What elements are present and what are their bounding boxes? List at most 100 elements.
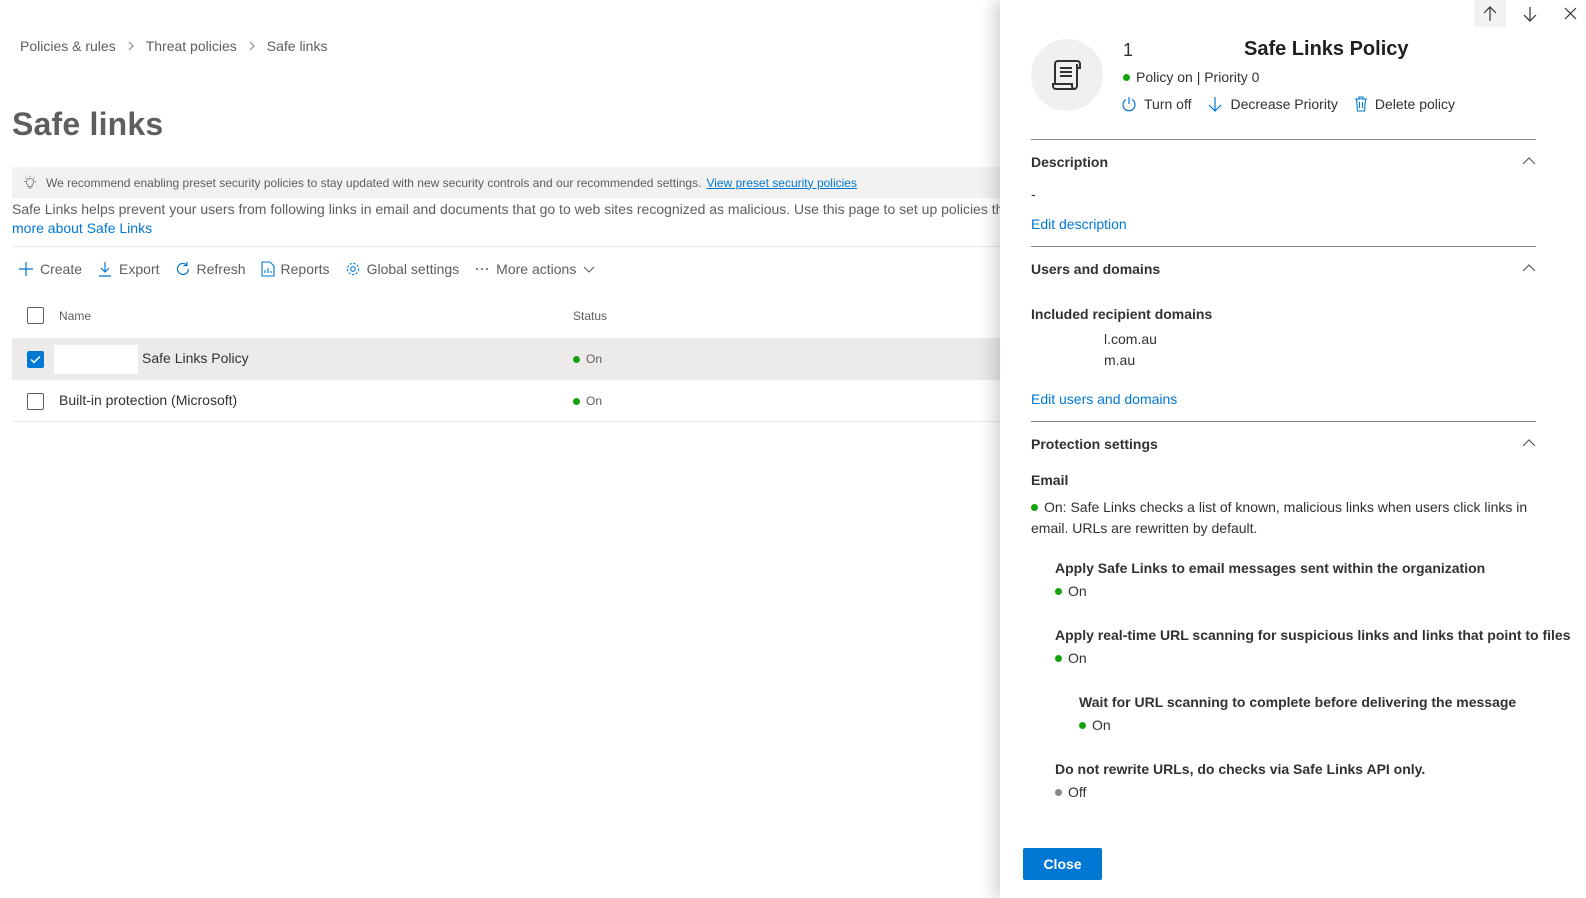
export-label: Export bbox=[119, 261, 160, 277]
command-bar: Create Export Refresh Reports Global set… bbox=[18, 257, 616, 281]
chevron-right-icon bbox=[127, 41, 135, 51]
page-title: Safe links bbox=[12, 106, 164, 142]
arrow-up-icon bbox=[1483, 5, 1497, 21]
arrow-down-icon bbox=[1209, 97, 1222, 112]
delete-policy-button[interactable]: Delete policy bbox=[1354, 96, 1455, 112]
email-label: Email bbox=[1031, 472, 1069, 488]
chevron-down-icon bbox=[583, 266, 595, 273]
select-all-checkbox[interactable] bbox=[27, 307, 44, 324]
power-icon bbox=[1122, 97, 1136, 112]
table-row[interactable]: Built-in protection (Microsoft) On bbox=[12, 380, 1012, 422]
report-icon bbox=[260, 261, 275, 277]
email-protection-description: On: Safe Links checks a list of known, m… bbox=[1031, 497, 1536, 539]
policy-name[interactable]: Built-in protection (Microsoft) bbox=[59, 392, 237, 408]
reports-label: Reports bbox=[280, 261, 330, 277]
chevron-right-icon bbox=[248, 41, 256, 51]
view-preset-policies-link[interactable]: View preset security policies bbox=[706, 176, 857, 190]
arrow-down-icon bbox=[1523, 6, 1537, 22]
decrease-priority-label: Decrease Priority bbox=[1230, 96, 1338, 112]
status-label: On bbox=[586, 394, 603, 408]
setting-value-label: On bbox=[1068, 650, 1087, 666]
close-panel-button[interactable] bbox=[1554, 0, 1586, 27]
turn-off-button[interactable]: Turn off bbox=[1121, 96, 1191, 112]
row-checkbox[interactable] bbox=[27, 393, 44, 410]
policy-name[interactable]: Safe Links Policy bbox=[142, 350, 249, 366]
description-section-header[interactable]: Description bbox=[1031, 154, 1536, 174]
breadcrumb-threat-policies[interactable]: Threat policies bbox=[146, 38, 237, 54]
chevron-up-icon bbox=[1522, 157, 1536, 165]
edit-description-link[interactable]: Edit description bbox=[1031, 216, 1127, 232]
status-on-dot bbox=[573, 355, 580, 363]
decrease-priority-button[interactable]: Decrease Priority bbox=[1207, 96, 1338, 112]
setting-title: Apply Safe Links to email messages sent … bbox=[1055, 560, 1486, 576]
status-on-dot bbox=[1123, 73, 1130, 81]
setting-value: On bbox=[1055, 650, 1570, 666]
setting-title: Apply real-time URL scanning for suspici… bbox=[1055, 627, 1571, 643]
create-button[interactable]: Create bbox=[18, 261, 82, 277]
refresh-button[interactable]: Refresh bbox=[175, 261, 246, 277]
column-header-status[interactable]: Status bbox=[573, 309, 607, 323]
email-description-text: On: Safe Links checks a list of known, m… bbox=[1031, 499, 1528, 536]
policy-status: On bbox=[573, 352, 602, 366]
global-settings-button[interactable]: Global settings bbox=[345, 261, 459, 277]
next-item-button[interactable] bbox=[1514, 0, 1546, 27]
setting-wait-for-scan: Wait for URL scanning to complete before… bbox=[1079, 694, 1516, 733]
column-header-name[interactable]: Name bbox=[59, 309, 91, 323]
close-button[interactable]: Close bbox=[1023, 848, 1102, 880]
protection-section-header[interactable]: Protection settings bbox=[1031, 436, 1536, 456]
section-divider bbox=[1031, 246, 1536, 247]
chevron-up-icon bbox=[1522, 264, 1536, 272]
status-on-dot bbox=[1055, 654, 1062, 662]
table-row[interactable]: Safe Links Policy On bbox=[12, 338, 1012, 380]
chevron-up-icon bbox=[1522, 439, 1536, 447]
refresh-icon bbox=[176, 262, 189, 275]
setting-realtime-scanning: Apply real-time URL scanning for suspici… bbox=[1055, 627, 1570, 666]
panel-actions: Turn off Decrease Priority Delete policy bbox=[1121, 96, 1471, 112]
plus-icon bbox=[19, 262, 33, 276]
recommendation-banner: We recommend enabling preset security po… bbox=[12, 167, 1012, 198]
setting-value-label: On bbox=[1092, 717, 1111, 733]
edit-users-domains-link[interactable]: Edit users and domains bbox=[1031, 391, 1177, 407]
policy-state: Policy on | Priority 0 bbox=[1123, 69, 1259, 85]
panel-title: Safe Links Policy bbox=[1244, 38, 1409, 60]
status-on-dot bbox=[1055, 587, 1062, 595]
more-icon bbox=[476, 268, 489, 270]
setting-internal-messages: Apply Safe Links to email messages sent … bbox=[1055, 560, 1485, 599]
row-checkbox[interactable] bbox=[27, 351, 44, 368]
policy-title-prefix: 1 bbox=[1123, 40, 1134, 60]
learn-more-link[interactable]: more about Safe Links bbox=[12, 219, 1012, 238]
scroll-document-icon bbox=[1052, 60, 1081, 90]
intro-description: Safe Links helps prevent your users from… bbox=[12, 201, 1012, 217]
setting-value: On bbox=[1055, 583, 1485, 599]
previous-item-button[interactable] bbox=[1474, 0, 1506, 27]
policy-list-header: Name Status bbox=[12, 300, 1012, 332]
close-icon bbox=[1564, 7, 1576, 20]
status-label: On bbox=[586, 352, 603, 366]
description-value: - bbox=[1031, 186, 1036, 202]
recipient-domain: m.au bbox=[1104, 352, 1136, 368]
status-on-dot bbox=[1031, 503, 1038, 511]
breadcrumb-policies-rules[interactable]: Policies & rules bbox=[20, 38, 116, 54]
section-divider bbox=[1031, 139, 1536, 140]
reports-button[interactable]: Reports bbox=[260, 261, 330, 277]
breadcrumb-safe-links: Safe links bbox=[266, 38, 328, 54]
download-icon bbox=[99, 262, 112, 277]
recipient-domain: l.com.au bbox=[1104, 331, 1157, 347]
delete-policy-label: Delete policy bbox=[1374, 96, 1455, 112]
create-label: Create bbox=[40, 261, 83, 277]
gear-icon bbox=[346, 262, 359, 276]
policy-status: On bbox=[573, 394, 602, 408]
trash-icon bbox=[1354, 96, 1367, 112]
status-on-dot bbox=[1079, 721, 1086, 729]
safe-links-page: Policies & rules Threat policies Safe li… bbox=[0, 0, 1586, 898]
setting-do-not-rewrite: Do not rewrite URLs, do checks via Safe … bbox=[1055, 761, 1425, 800]
setting-title: Wait for URL scanning to complete before… bbox=[1079, 694, 1517, 710]
users-domains-section-header[interactable]: Users and domains bbox=[1031, 261, 1536, 281]
refresh-label: Refresh bbox=[196, 261, 246, 277]
setting-title: Do not rewrite URLs, do checks via Safe … bbox=[1055, 761, 1426, 777]
more-actions-label: More actions bbox=[496, 261, 577, 277]
checkmark-icon bbox=[30, 355, 41, 364]
more-actions-button[interactable]: More actions bbox=[474, 261, 601, 277]
status-off-dot bbox=[1055, 788, 1062, 796]
export-button[interactable]: Export bbox=[97, 261, 160, 277]
